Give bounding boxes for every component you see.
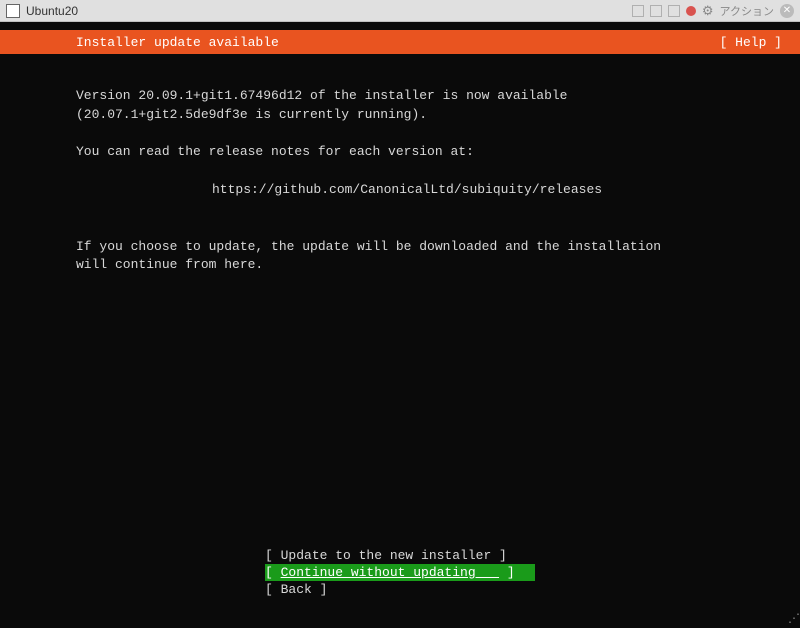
vm-window: Ubuntu20 ⚙ アクション ✕ Installer update avai…	[0, 0, 800, 628]
installer-body: Version 20.09.1+git1.67496d12 of the ins…	[0, 54, 800, 547]
control-box-icon[interactable]	[632, 5, 644, 17]
help-button[interactable]: [ Help ]	[720, 35, 782, 50]
titlebar-controls: ⚙ アクション ✕	[632, 3, 794, 19]
body-text: You can read the release notes for each …	[76, 144, 474, 159]
release-notes-url: https://github.com/CanonicalLtd/subiquit…	[212, 182, 602, 197]
body-text: Version 20.09.1+git1.67496d12 of the ins…	[76, 88, 567, 103]
body-text: (20.07.1+git2.5de9df3e is currently runn…	[76, 107, 427, 122]
record-indicator-icon	[686, 6, 696, 16]
body-text: If you choose to update, the update will…	[76, 239, 661, 254]
continue-without-updating-button[interactable]: [ Continue without updating ]	[265, 564, 535, 581]
control-box-icon[interactable]	[668, 5, 680, 17]
action-menu-label[interactable]: アクション	[720, 3, 774, 19]
titlebar: Ubuntu20 ⚙ アクション ✕	[0, 0, 800, 22]
update-installer-button[interactable]: [ Update to the new installer ]	[265, 547, 535, 564]
installer-buttons: [ Update to the new installer ] [ Contin…	[0, 547, 800, 628]
terminal-screen: Installer update available [ Help ] Vers…	[0, 22, 800, 628]
back-button[interactable]: [ Back ]	[265, 581, 535, 598]
control-box-icon[interactable]	[650, 5, 662, 17]
window-icon	[6, 4, 20, 18]
window-title: Ubuntu20	[26, 4, 632, 18]
gear-icon[interactable]: ⚙	[702, 3, 714, 19]
body-text: will continue from here.	[76, 257, 263, 272]
installer-header: Installer update available [ Help ]	[0, 30, 800, 54]
resize-grip-icon[interactable]: ⋰	[788, 611, 798, 626]
installer-title: Installer update available	[76, 35, 720, 50]
close-icon[interactable]: ✕	[780, 4, 794, 18]
